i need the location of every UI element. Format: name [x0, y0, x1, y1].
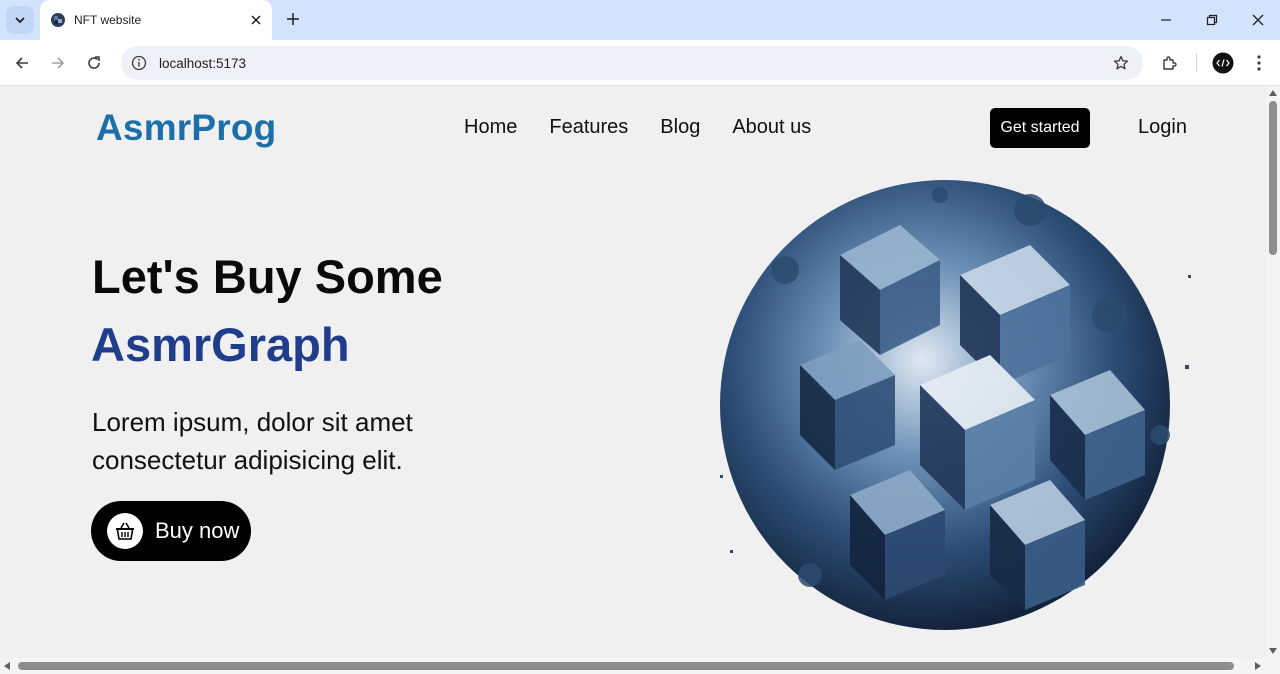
- scroll-up-arrow-icon[interactable]: [1269, 90, 1277, 96]
- extensions-button[interactable]: [1158, 51, 1182, 75]
- chevron-down-icon: [15, 17, 25, 24]
- scroll-right-arrow-icon[interactable]: [1255, 662, 1261, 670]
- code-avatar-icon: [1212, 52, 1234, 74]
- arrow-right-icon: [52, 57, 65, 69]
- star-icon: [1113, 55, 1129, 70]
- new-tab-button[interactable]: [282, 8, 304, 30]
- plus-icon: [287, 13, 299, 25]
- minimize-icon: [1161, 19, 1171, 21]
- arrow-left-icon: [15, 57, 28, 69]
- scrollbar-corner: [1266, 658, 1280, 674]
- nav-link-about-us[interactable]: About us: [732, 116, 811, 139]
- address-bar[interactable]: localhost:5173: [121, 46, 1143, 80]
- nav-link-blog[interactable]: Blog: [660, 116, 700, 139]
- restore-icon: [1206, 14, 1218, 26]
- basket-icon-wrap: [107, 513, 143, 549]
- nav-link-features[interactable]: Features: [549, 116, 628, 139]
- scroll-down-arrow-icon[interactable]: [1269, 648, 1277, 654]
- tab-search-button[interactable]: [6, 6, 34, 34]
- buy-now-button[interactable]: Buy now: [91, 501, 251, 561]
- reload-icon: [88, 56, 100, 69]
- back-button[interactable]: [8, 49, 36, 77]
- scroll-left-arrow-icon[interactable]: [4, 662, 10, 670]
- page-viewport: AsmrProg Home Features Blog About us Get…: [0, 87, 1266, 658]
- toolbar-divider: [1196, 54, 1197, 72]
- buy-now-label: Buy now: [155, 518, 240, 543]
- tab-close-button[interactable]: [246, 10, 266, 30]
- restore-button[interactable]: [1198, 6, 1226, 34]
- main-nav: Home Features Blog About us: [464, 116, 843, 139]
- nav-link-home[interactable]: Home: [464, 116, 517, 139]
- hero-description: Lorem ipsum, dolor sit amet consectetur …: [92, 407, 413, 475]
- hero-heading: Let's Buy Some: [92, 250, 443, 303]
- get-started-button[interactable]: Get started: [990, 108, 1090, 148]
- vertical-scrollbar[interactable]: [1266, 87, 1280, 658]
- close-icon: [251, 15, 261, 25]
- hero-art-image: [720, 180, 1191, 630]
- reload-button[interactable]: [80, 49, 108, 77]
- site-favicon-icon: [50, 12, 66, 28]
- hero-heading-accent: AsmrGraph: [91, 318, 350, 371]
- profile-button[interactable]: [1211, 51, 1235, 75]
- vertical-scroll-thumb[interactable]: [1269, 101, 1277, 255]
- close-window-button[interactable]: [1244, 6, 1272, 34]
- login-link[interactable]: Login: [1138, 116, 1187, 139]
- menu-button[interactable]: [1247, 51, 1271, 75]
- site-logo[interactable]: AsmrProg: [96, 107, 276, 149]
- browser-toolbar: localhost:5173: [0, 40, 1280, 86]
- tab-bar: NFT website: [0, 0, 1280, 40]
- bookmark-star-button[interactable]: [1111, 53, 1131, 73]
- shopping-basket-icon: [116, 522, 134, 540]
- site-info-icon[interactable]: [131, 55, 147, 71]
- tab-title: NFT website: [74, 13, 142, 27]
- more-vertical-icon: [1257, 55, 1261, 71]
- forward-button[interactable]: [44, 49, 72, 77]
- puzzle-icon: [1163, 56, 1177, 70]
- browser-tab[interactable]: NFT website: [40, 0, 272, 40]
- minimize-button[interactable]: [1152, 6, 1180, 34]
- url-text: localhost:5173: [159, 55, 247, 71]
- horizontal-scrollbar[interactable]: [0, 658, 1266, 674]
- horizontal-scroll-thumb[interactable]: [18, 662, 1234, 670]
- close-icon: [1252, 14, 1264, 26]
